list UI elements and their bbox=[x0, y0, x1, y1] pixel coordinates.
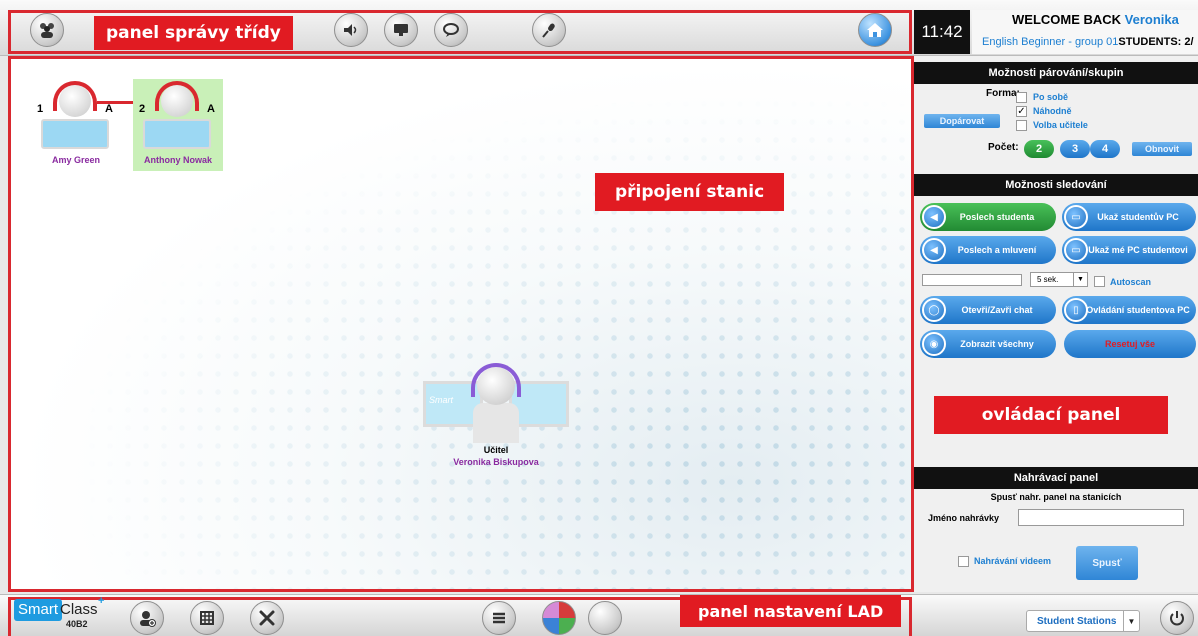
count-label: Počet: bbox=[988, 142, 1019, 153]
pair-button[interactable]: Dopárovat bbox=[924, 114, 1000, 128]
view-select-value: Student Stations bbox=[1037, 615, 1117, 627]
logo-code: 40B2 bbox=[66, 619, 88, 629]
class-panel-annotation: panel správy třídy bbox=[94, 16, 293, 50]
speaker-icon: ◀ bbox=[922, 238, 946, 262]
tools-icon[interactable] bbox=[250, 601, 284, 635]
option-random-label: Náhodně bbox=[1033, 106, 1072, 116]
student-station-2[interactable]: 2 A Anthony Nowak bbox=[133, 79, 223, 171]
teacher-name: Veronika Biskupova bbox=[453, 457, 539, 467]
stations-area: 1 A Amy Green 2 A Anthony Nowak připojen… bbox=[8, 56, 914, 592]
power-icon[interactable] bbox=[1160, 601, 1194, 635]
station-screen bbox=[143, 119, 211, 149]
monitor-icon: ▭ bbox=[1064, 205, 1088, 229]
group-icon[interactable] bbox=[30, 13, 64, 47]
chevron-down-icon: ▼ bbox=[1073, 273, 1087, 286]
welcome-name: Veronika bbox=[1124, 12, 1179, 27]
count-3-button[interactable]: 3 bbox=[1060, 140, 1090, 158]
logo-smart: Smart bbox=[14, 599, 63, 621]
bottom-toolbar: Smart Class + 40B2 panel nastavení LAD bbox=[0, 594, 1198, 636]
recording-name-label: Jméno nahrávky bbox=[928, 513, 1000, 523]
welcome-prefix: WELCOME BACK bbox=[1012, 12, 1122, 27]
listen-talk-button[interactable]: ◀ Poslech a mluvení bbox=[920, 236, 1056, 264]
interval-value: 5 sek. bbox=[1037, 275, 1059, 284]
class-info: English Beginner - group 01STUDENTS: 2/ bbox=[982, 36, 1194, 48]
circle-icon[interactable] bbox=[588, 601, 622, 635]
view-select[interactable]: Student Stations ▼ bbox=[1026, 610, 1140, 632]
stations-annotation: připojení stanic bbox=[595, 173, 785, 211]
headphones-icon bbox=[155, 81, 199, 111]
monitor-icon: ▭ bbox=[1064, 238, 1088, 262]
teacher-body bbox=[473, 403, 519, 443]
option-random-checkbox[interactable]: ✓ bbox=[1016, 106, 1027, 117]
top-toolbar: panel správy třídy 11:42 WELCOME BACK Ve… bbox=[0, 0, 1198, 56]
show-my-pc-button[interactable]: ▭ Ukaž mé PC studentovi bbox=[1062, 236, 1196, 264]
teacher-role: Učitel bbox=[483, 445, 509, 455]
chat-icon: ◯ bbox=[922, 298, 946, 322]
pie-chart-icon[interactable] bbox=[542, 601, 576, 635]
home-icon[interactable] bbox=[858, 13, 892, 47]
video-recording-checkbox[interactable] bbox=[958, 556, 969, 567]
student-station-1[interactable]: 1 A Amy Green bbox=[31, 79, 121, 171]
station-screen bbox=[41, 119, 109, 149]
listen-student-button[interactable]: ◀ Poslech studenta bbox=[920, 203, 1056, 231]
recording-name-input[interactable] bbox=[1018, 509, 1184, 526]
option-sequential-checkbox[interactable] bbox=[1016, 92, 1027, 103]
autoscan-checkbox[interactable] bbox=[1094, 276, 1105, 287]
option-teacher-label: Volba učitele bbox=[1033, 120, 1088, 130]
count-4-button[interactable]: 4 bbox=[1090, 140, 1120, 158]
station-group: A bbox=[105, 103, 113, 115]
chevron-down-icon: ▼ bbox=[1123, 611, 1139, 631]
show-all-button[interactable]: ◉ Zobrazit všechny bbox=[920, 330, 1056, 358]
microphone-icon[interactable] bbox=[532, 13, 566, 47]
reset-all-button[interactable]: Resetuj vše bbox=[1064, 330, 1196, 358]
mouse-icon: ▯ bbox=[1064, 298, 1088, 322]
speaker-icon[interactable] bbox=[334, 13, 368, 47]
control-student-pc-button[interactable]: ▯ Ovládání studentova PC bbox=[1062, 296, 1196, 324]
logo-plus: + bbox=[98, 595, 105, 607]
student-name: Amy Green bbox=[51, 155, 101, 165]
speaker-icon: ◀ bbox=[922, 205, 946, 229]
start-recording-button[interactable]: Spusť bbox=[1076, 546, 1138, 580]
teacher-station[interactable]: Smart Učitel Veronika Biskupova bbox=[423, 361, 569, 481]
lad-panel-annotation: panel nastavení LAD bbox=[680, 595, 902, 627]
headphones-icon bbox=[471, 363, 521, 397]
form-label: Forma: bbox=[986, 88, 1020, 99]
welcome-box: WELCOME BACK Veronika English Beginner -… bbox=[972, 10, 1198, 54]
smartclass-logo: Smart Class + 40B2 bbox=[14, 595, 104, 629]
teacher-brand: Smart bbox=[429, 395, 454, 405]
interval-select[interactable]: 5 sek. ▼ bbox=[1030, 272, 1088, 287]
control-panel: Možnosti párování/skupin Forma: Po sobě … bbox=[914, 56, 1198, 592]
option-teacher-checkbox[interactable] bbox=[1016, 120, 1027, 131]
count-2-button[interactable]: 2 bbox=[1024, 140, 1054, 158]
monitor-icon[interactable] bbox=[384, 13, 418, 47]
show-student-pc-button[interactable]: ▭ Ukaž studentův PC bbox=[1062, 203, 1196, 231]
recording-subtitle: Spusť nahr. panel na stanicích bbox=[990, 492, 1122, 502]
pairing-header: Možnosti párování/skupin bbox=[914, 62, 1198, 84]
student-name: Anthony Nowak bbox=[143, 155, 212, 165]
headphones-icon bbox=[53, 81, 97, 111]
chat-toggle-button[interactable]: ◯ Otevři/Zavři chat bbox=[920, 296, 1056, 324]
welcome-line: WELCOME BACK Veronika bbox=[1012, 12, 1179, 27]
video-recording-label: Nahrávání videem bbox=[974, 556, 1052, 566]
station-number: 1 bbox=[37, 103, 44, 115]
logo-class: Class bbox=[60, 601, 98, 618]
grid-icon[interactable] bbox=[190, 601, 224, 635]
eye-icon: ◉ bbox=[922, 332, 946, 356]
option-sequential-label: Po sobě bbox=[1033, 92, 1069, 102]
scan-progress-field bbox=[922, 274, 1022, 286]
station-group: A bbox=[207, 103, 215, 115]
autoscan-label: Autoscan bbox=[1110, 277, 1152, 287]
station-number: 2 bbox=[139, 103, 146, 115]
class-name: English Beginner - group 01 bbox=[982, 36, 1119, 48]
recording-header: Nahrávací panel bbox=[914, 467, 1198, 489]
pair-link bbox=[97, 101, 137, 104]
students-count: STUDENTS: 2/ bbox=[1118, 36, 1194, 48]
add-user-icon[interactable] bbox=[130, 601, 164, 635]
refresh-button[interactable]: Obnovit bbox=[1132, 142, 1192, 156]
chat-icon[interactable] bbox=[434, 13, 468, 47]
list-icon[interactable] bbox=[482, 601, 516, 635]
clock: 11:42 bbox=[914, 10, 970, 54]
monitoring-header: Možnosti sledování bbox=[914, 174, 1198, 196]
control-panel-annotation: ovládací panel bbox=[934, 396, 1168, 434]
